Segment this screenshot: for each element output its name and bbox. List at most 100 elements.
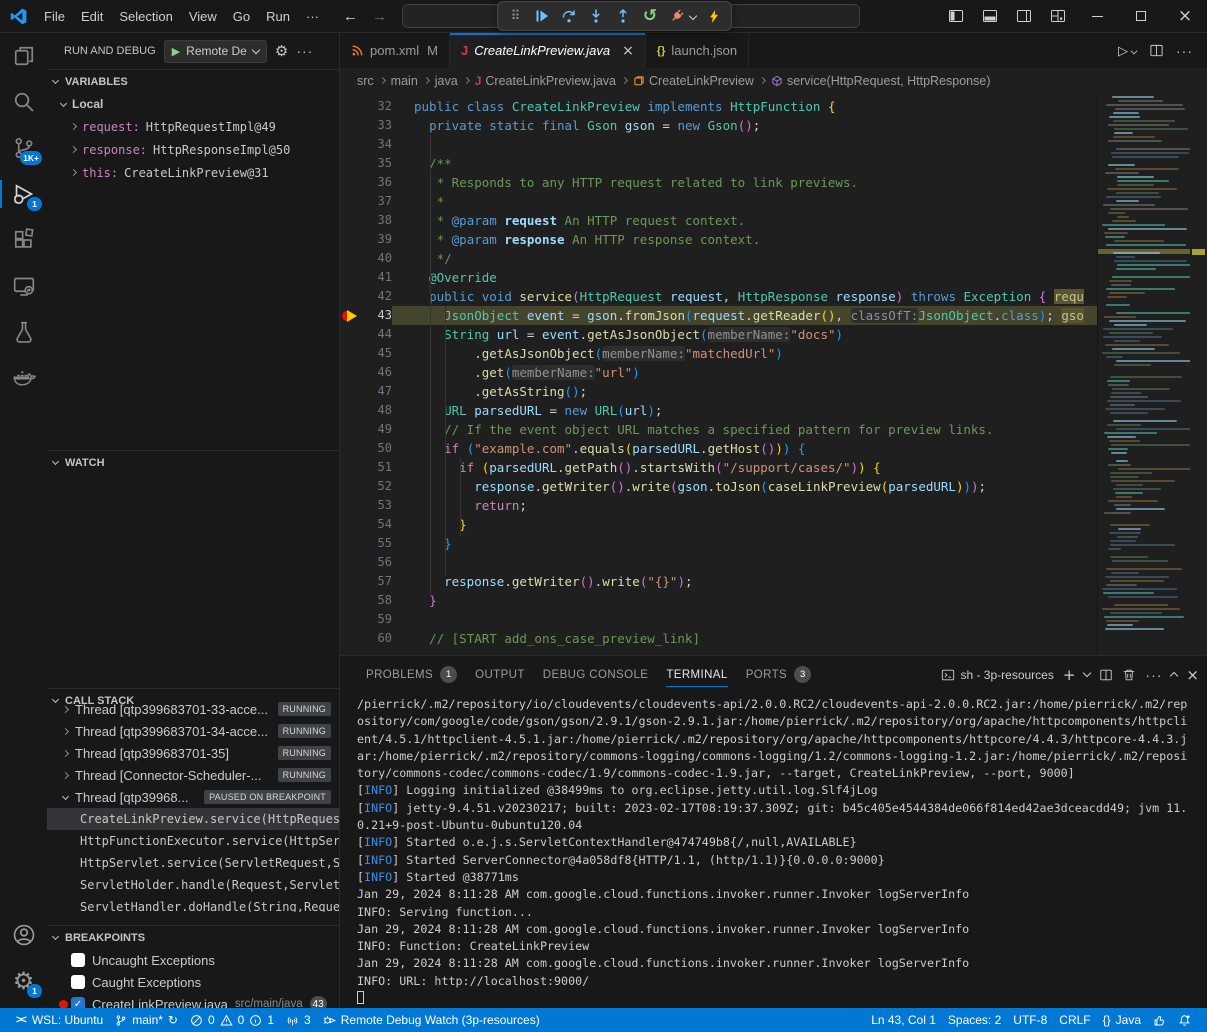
breadcrumb-item[interactable]: service(HttpRequest, HttpResponse) — [771, 74, 991, 88]
ports-indicator[interactable]: 3 — [280, 1008, 317, 1032]
activity-docker[interactable] — [0, 355, 47, 401]
terminal-output[interactable]: /pierrick/.m2/repository/io/cloudevents/… — [340, 693, 1207, 1008]
variables-header[interactable]: VARIABLES — [47, 70, 339, 93]
code-line[interactable]: 59 — [340, 610, 1097, 629]
code-line[interactable]: 35 /** — [340, 154, 1097, 173]
activity-search[interactable] — [0, 79, 47, 125]
code-line[interactable]: 47 .getAsString(); — [340, 382, 1097, 401]
code-line[interactable]: 54 } — [340, 515, 1097, 534]
menu-file[interactable]: File — [36, 5, 73, 28]
chevron-down-icon[interactable] — [689, 12, 697, 20]
call-stack-frame[interactable]: ServletHandler.doHandle(String,Reque — [47, 896, 339, 912]
step-over-icon[interactable] — [557, 4, 581, 28]
code-editor[interactable]: 32public class CreateLinkPreview impleme… — [340, 93, 1207, 655]
code-line[interactable]: 56 — [340, 553, 1097, 572]
customize-layout-icon[interactable] — [1041, 0, 1075, 32]
breadcrumb-item[interactable]: JCreateLinkPreview.java — [475, 74, 616, 88]
activity-explorer[interactable] — [0, 33, 47, 79]
code-line[interactable]: 49 // If the event object URL matches a … — [340, 420, 1097, 439]
variable-row[interactable]: request:HttpRequestImpl@49 — [47, 115, 339, 138]
code-line[interactable]: 40 */ — [340, 249, 1097, 268]
code-line[interactable]: 42 public void service(HttpRequest reque… — [340, 287, 1097, 306]
feedback-icon[interactable] — [1147, 1008, 1172, 1032]
breakpoint-checkbox[interactable]: ✓ — [71, 997, 85, 1008]
notifications-bell-icon[interactable] — [1172, 1008, 1197, 1032]
call-stack-frame[interactable]: HttpFunctionExecutor.service(HttpSer — [47, 830, 339, 852]
tab-CreateLinkPreview-java[interactable]: JCreateLinkPreview.java× — [450, 33, 646, 68]
breakpoint-row[interactable]: Uncaught Exceptions — [47, 949, 339, 971]
code-line[interactable]: 32public class CreateLinkPreview impleme… — [340, 97, 1097, 116]
call-stack-thread[interactable]: Thread [Connector-Scheduler-...RUNNING — [47, 764, 339, 786]
launch-config-dropdown[interactable]: ▶ Remote De — [164, 40, 267, 63]
split-terminal-icon[interactable] — [1099, 668, 1113, 682]
terminal-session[interactable]: sh - 3p-resources — [941, 668, 1053, 682]
activity-extensions[interactable] — [0, 217, 47, 263]
code-line[interactable]: 60 // [START add_ons_case_preview_link] — [340, 629, 1097, 648]
activity-run-and-debug[interactable]: 1 — [0, 171, 47, 217]
code-line[interactable]: 51 if (parsedURL.getPath().startsWith("/… — [340, 458, 1097, 477]
toggle-panel-icon[interactable] — [973, 0, 1007, 32]
scope-local[interactable]: Local — [47, 93, 339, 115]
breakpoints-header[interactable]: BREAKPOINTS — [47, 926, 339, 949]
panel-tab-terminal[interactable]: TERMINAL — [657, 656, 736, 693]
code-line[interactable]: 55 } — [340, 534, 1097, 553]
continue-icon[interactable] — [530, 4, 554, 28]
encoding[interactable]: UTF-8 — [1007, 1008, 1053, 1032]
run-java-button[interactable]: ▷ — [1118, 43, 1137, 59]
gripper-icon[interactable]: ⠿ — [503, 4, 527, 28]
code-line[interactable]: 43 JsonObject event = gson.fromJson(requ… — [340, 306, 1097, 325]
menu-run[interactable]: Run — [258, 5, 298, 28]
toggle-sidebar-icon[interactable] — [939, 0, 973, 32]
nav-forward-icon[interactable]: → — [372, 8, 387, 25]
start-debug-icon[interactable]: ▶ — [172, 45, 180, 58]
hot-code-replace-icon[interactable] — [702, 4, 726, 28]
branch-indicator[interactable]: main* ↻ — [109, 1008, 184, 1032]
menu-view[interactable]: View — [181, 5, 225, 28]
menu-go[interactable]: Go — [225, 5, 258, 28]
debug-session-indicator[interactable]: Remote Debug Watch (3p-resources) — [317, 1008, 546, 1032]
toggle-secondary-sidebar-icon[interactable] — [1007, 0, 1041, 32]
more-actions-icon[interactable]: ··· — [296, 43, 313, 59]
variable-row[interactable]: response:HttpResponseImpl@50 — [47, 138, 339, 161]
code-line[interactable]: 38 * @param request An HTTP request cont… — [340, 211, 1097, 230]
code-line[interactable]: 52 response.getWriter().write(gson.toJso… — [340, 477, 1097, 496]
panel-tab-ports[interactable]: PORTS3 — [737, 656, 820, 693]
call-stack-thread[interactable]: Thread [qtp399683701-35]RUNNING — [47, 742, 339, 764]
menu-selection[interactable]: Selection — [111, 5, 180, 28]
code-line[interactable]: 34 — [340, 135, 1097, 154]
code-line[interactable]: 46 .get(memberName:"url") — [340, 363, 1097, 382]
call-stack-frame[interactable]: HttpServlet.service(ServletRequest,S — [47, 852, 339, 874]
code-line[interactable]: 33 private static final Gson gson = new … — [340, 116, 1097, 135]
panel-tab-debug-console[interactable]: DEBUG CONSOLE — [534, 656, 658, 693]
language-mode[interactable]: {} Java — [1097, 1008, 1147, 1032]
step-out-icon[interactable] — [611, 4, 635, 28]
overview-ruler[interactable] — [1190, 93, 1207, 655]
code-line[interactable]: 37 * — [340, 192, 1097, 211]
activity-remote-explorer[interactable] — [0, 263, 47, 309]
maximize-button[interactable] — [1119, 0, 1163, 32]
disconnect-icon[interactable] — [665, 4, 689, 28]
minimap[interactable] — [1097, 93, 1190, 655]
indentation[interactable]: Spaces: 2 — [942, 1008, 1007, 1032]
step-into-icon[interactable] — [584, 4, 608, 28]
maximize-panel-icon[interactable] — [1170, 672, 1178, 680]
cursor-position[interactable]: Ln 43, Col 1 — [865, 1008, 942, 1032]
call-stack-thread[interactable]: Thread [qtp399683701-34-acce...RUNNING — [47, 720, 339, 742]
restart-icon[interactable]: ↺ — [638, 4, 662, 28]
activity-settings[interactable]: ⚙1 — [0, 958, 47, 1004]
kill-terminal-icon[interactable] — [1122, 668, 1136, 682]
activity-testing[interactable] — [0, 309, 47, 355]
breadcrumb-item[interactable]: java — [435, 74, 458, 88]
panel-tab-output[interactable]: OUTPUT — [466, 656, 534, 693]
watch-header[interactable]: WATCH — [47, 451, 339, 474]
code-line[interactable]: 53 return; — [340, 496, 1097, 515]
call-stack-frame[interactable]: ServletHolder.handle(Request,Servlet — [47, 874, 339, 896]
code-line[interactable]: 58 } — [340, 591, 1097, 610]
nav-back-icon[interactable]: ← — [343, 8, 358, 25]
editor-more-actions-icon[interactable]: ··· — [1176, 43, 1193, 59]
activity-source-control[interactable]: 1K+ — [0, 125, 47, 171]
remote-indicator[interactable]: >< WSL: Ubuntu — [10, 1008, 109, 1032]
code-line[interactable]: 50 if ("example.com".equals(parsedURL.ge… — [340, 439, 1097, 458]
new-terminal-icon[interactable]: + — [1063, 666, 1076, 684]
breadcrumb-item[interactable]: CreateLinkPreview — [633, 74, 754, 88]
